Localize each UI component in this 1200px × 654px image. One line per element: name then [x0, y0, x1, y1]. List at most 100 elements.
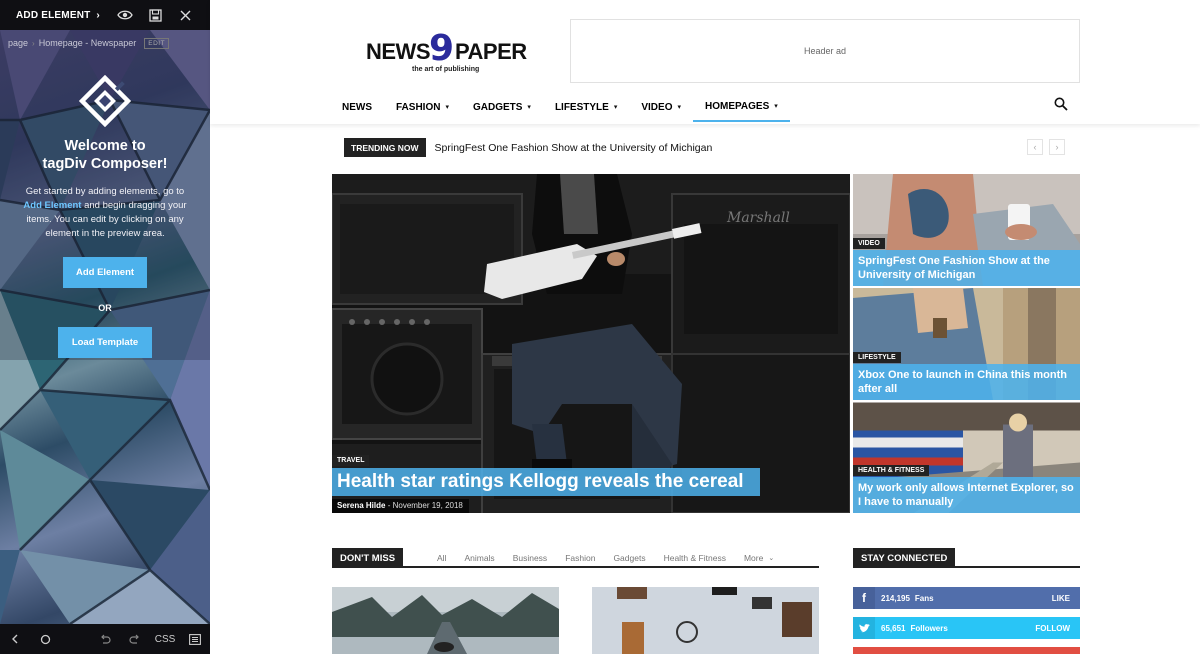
nav-label: HOMEPAGES	[705, 100, 770, 112]
twitter-icon	[853, 617, 875, 639]
trending-tag: TRENDING NOW	[344, 138, 426, 157]
dont-miss-filters: All Animals Business Fashion Gadgets Hea…	[428, 548, 783, 568]
arrow-right-icon[interactable]: ›	[1049, 139, 1065, 155]
menu-icon[interactable]	[180, 624, 210, 654]
close-icon[interactable]	[170, 0, 200, 30]
chevron-down-icon: ▾	[774, 103, 778, 110]
chevron-down-icon: ▾	[613, 104, 618, 111]
desc-text-1: Get started by adding elements, go to	[25, 186, 185, 197]
composer-welcome: Welcome to tagDiv Composer! Get started …	[0, 30, 210, 624]
composer-bottombar: CSS	[0, 624, 210, 654]
post-author[interactable]: Serena Hilde	[337, 501, 385, 510]
logo-nine: 9	[429, 28, 455, 69]
facebook-like-button[interactable]: LIKE	[1052, 587, 1070, 609]
big-post-meta: Serena Hilde - November 19, 2018	[332, 499, 469, 513]
css-button[interactable]: CSS	[150, 624, 180, 654]
chevron-right-icon: ›	[96, 9, 100, 21]
post-thumbnail[interactable]	[332, 587, 559, 654]
undo-icon[interactable]	[90, 624, 120, 654]
nav-item-video[interactable]: VIDEO ▾	[629, 92, 693, 122]
social-facebook[interactable]: f 214,195 Fans LIKE	[853, 587, 1080, 609]
filter-all[interactable]: All	[428, 553, 455, 563]
trending-arrows: ‹ ›	[1027, 139, 1065, 155]
site-header: NEWS 9 PAPER the art of publishing Heade…	[210, 0, 1200, 124]
nav-item-fashion[interactable]: FASHION ▾	[384, 92, 461, 122]
dont-miss-title: DON'T MISS	[332, 548, 404, 568]
svg-text:Marshall: Marshall	[726, 210, 790, 226]
dont-miss-block-header: DON'T MISS All Animals Business Fashion …	[332, 548, 819, 568]
social-unit: Followers	[910, 623, 948, 633]
chevron-down-icon: ▾	[527, 104, 531, 111]
social-twitter[interactable]: 65,651 Followers FOLLOW	[853, 617, 1080, 639]
big-post-title[interactable]: Health star ratings Kellogg reveals the …	[332, 468, 760, 496]
social-count: 214,195	[881, 593, 910, 603]
add-element-label: ADD ELEMENT	[16, 9, 91, 21]
nav-label: VIDEO	[641, 101, 673, 113]
arrow-left-icon[interactable]: ‹	[1027, 139, 1043, 155]
stay-connected-title: STAY CONNECTED	[853, 548, 956, 568]
filter-animals[interactable]: Animals	[455, 553, 503, 563]
header-ad[interactable]: Header ad	[570, 19, 1080, 83]
load-template-button[interactable]: Load Template	[58, 327, 152, 358]
nav-label: FASHION	[396, 101, 441, 113]
twitter-follow-button[interactable]: FOLLOW	[1035, 617, 1070, 639]
social-unit: Fans	[914, 593, 934, 603]
main-nav: NEWS FASHION ▾ GADGETS ▾ LIFESTYLE ▾ VIDEO ▾…	[330, 92, 790, 122]
eye-icon[interactable]	[110, 0, 140, 30]
category-label[interactable]: LIFESTYLE	[853, 352, 901, 363]
social-youtube[interactable]	[853, 647, 1080, 654]
composer-topbar: ADD ELEMENT ›	[0, 0, 210, 30]
welcome-title-line1: Welcome to	[64, 138, 146, 154]
featured-post-small[interactable]: VIDEO SpringFest One Fashion Show at the…	[853, 174, 1080, 286]
facebook-icon: f	[853, 587, 875, 609]
nav-item-news[interactable]: NEWS	[330, 92, 384, 122]
filter-gadgets[interactable]: Gadgets	[604, 553, 654, 563]
logo-tagline: the art of publishing	[412, 66, 480, 73]
filter-fashion[interactable]: Fashion	[556, 553, 604, 563]
site-logo[interactable]: NEWS 9 PAPER the art of publishing	[366, 28, 541, 79]
circle-icon[interactable]	[30, 624, 60, 654]
featured-post-big[interactable]: Marshall TRAVEL Health star ratings Kell…	[332, 174, 850, 513]
composer-panel: ADD ELEMENT › page › Homepage - Newspape…	[0, 0, 210, 654]
nav-label: GADGETS	[472, 101, 523, 113]
chevron-down-icon: ▾	[445, 104, 449, 111]
filter-more-label: More	[743, 553, 764, 563]
filter-health-fitness[interactable]: Health & Fitness	[655, 553, 735, 563]
add-element-link[interactable]: Add Element	[23, 200, 81, 211]
social-count: 65,651	[881, 623, 906, 633]
filter-more[interactable]: More ⌄	[735, 553, 783, 563]
category-label[interactable]: HEALTH & FITNESS	[853, 465, 930, 476]
search-icon[interactable]	[1054, 97, 1070, 113]
post-image-snowy-road	[332, 587, 559, 654]
category-label[interactable]: TRAVEL	[332, 455, 370, 466]
add-element-menu[interactable]: ADD ELEMENT ›	[0, 0, 110, 30]
featured-post-small[interactable]: LIFESTYLE Xbox One to launch in China th…	[853, 288, 1080, 400]
small-post-title[interactable]: Xbox One to launch in China this month a…	[853, 364, 1080, 400]
save-icon[interactable]	[140, 0, 170, 30]
featured-post-small[interactable]: HEALTH & FITNESS My work only allows Int…	[853, 402, 1080, 513]
tagdiv-logo-icon	[79, 75, 131, 127]
welcome-description: Get started by adding elements, go to Ad…	[18, 185, 192, 241]
small-post-title[interactable]: SpringFest One Fashion Show at the Unive…	[853, 250, 1080, 286]
nav-label: LIFESTYLE	[554, 101, 609, 113]
chevron-down-icon: ▾	[677, 104, 681, 111]
nav-item-lifestyle[interactable]: LIFESTYLE ▾	[543, 92, 629, 122]
or-divider: OR	[98, 303, 112, 313]
nav-label: NEWS	[342, 101, 372, 113]
logo-word-paper: PAPER	[455, 39, 527, 64]
nav-item-homepages[interactable]: HOMEPAGES ▾	[693, 92, 790, 122]
trending-headline[interactable]: SpringFest One Fashion Show at the Unive…	[435, 142, 713, 154]
site-preview: NEWS 9 PAPER the art of publishing Heade…	[210, 0, 1200, 654]
post-thumbnail[interactable]	[592, 587, 819, 654]
chevron-left-icon[interactable]	[0, 624, 30, 654]
post-image-travel-flatlay	[592, 587, 819, 654]
logo-word-news: NEWS	[366, 39, 431, 64]
featured-image-guitarist: Marshall	[332, 174, 850, 513]
small-post-title[interactable]: My work only allows Internet Explorer, s…	[853, 477, 1080, 513]
filter-business[interactable]: Business	[504, 553, 557, 563]
category-label[interactable]: VIDEO	[853, 238, 885, 249]
add-element-button[interactable]: Add Element	[63, 257, 147, 288]
redo-icon[interactable]	[120, 624, 150, 654]
chevron-down-icon: ⌄	[768, 555, 775, 562]
nav-item-gadgets[interactable]: GADGETS ▾	[461, 92, 543, 122]
